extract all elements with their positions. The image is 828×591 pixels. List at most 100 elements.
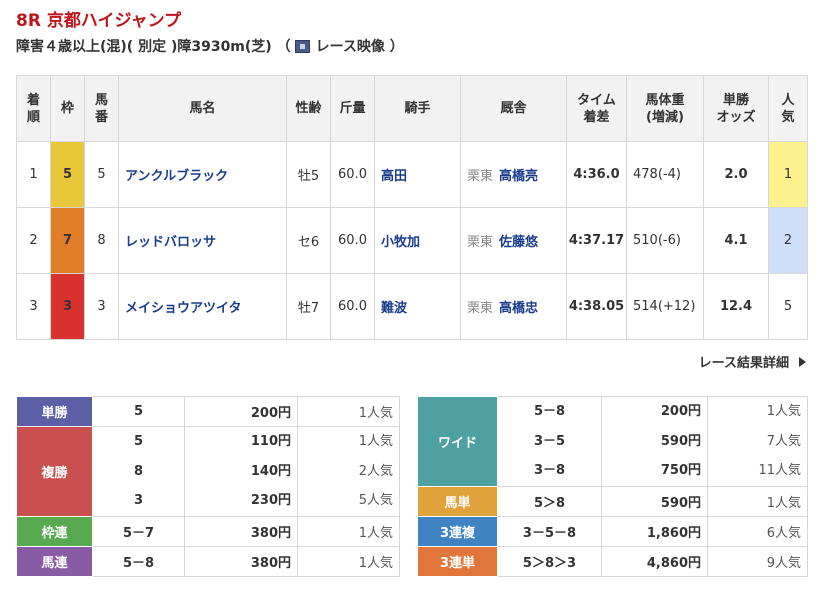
- bet-type-sanrentan: 3連単: [417, 545, 498, 577]
- payout-combo: 5＞8＞3: [497, 545, 602, 577]
- sex-age: 牡7: [286, 273, 331, 340]
- payout-combo: 5: [92, 396, 185, 427]
- payout-pop-item: 11人気: [758, 463, 801, 478]
- header-weight: 斤量: [330, 75, 375, 142]
- stable-cell: 栗東 高橋亮: [460, 141, 567, 208]
- payout-pop-item: 7人気: [766, 433, 801, 449]
- waku-badge: 7: [50, 207, 85, 274]
- win-odds: 12.4: [703, 273, 769, 340]
- payout-table-right: ワイド 5－8 3－5 3－8 200円 590円 750円 1人気 7人気 1…: [417, 396, 808, 577]
- payout-amount: 200円 590円 750円: [601, 396, 708, 487]
- horse-name-link[interactable]: レッドバロッサ: [118, 207, 287, 274]
- race-video-link[interactable]: レース映像 ）: [316, 36, 404, 56]
- payout-combo: 5－8 3－5 3－8: [497, 396, 602, 487]
- rank: 3: [16, 273, 51, 340]
- payout-popularity: 1人気 7人気 11人気: [707, 396, 808, 487]
- win-odds: 2.0: [703, 141, 769, 208]
- horse-name-link[interactable]: メイショウアツイタ: [118, 273, 287, 340]
- jockey-link[interactable]: 小牧加: [374, 207, 461, 274]
- header-pop: 人気: [768, 75, 808, 142]
- trainer-link[interactable]: 高橋忠: [499, 301, 538, 316]
- header-stable: 厩舎: [460, 75, 567, 142]
- waku-badge: 5: [50, 141, 85, 208]
- header-odds: 単勝 オッズ: [703, 75, 769, 142]
- payout-combo: 5－8: [92, 545, 185, 577]
- horse-name-link[interactable]: アンクルブラック: [118, 141, 287, 208]
- bet-type-umatan: 馬単: [417, 485, 498, 517]
- jockey-link[interactable]: 高田: [374, 141, 461, 208]
- stable-region: 栗東: [467, 235, 494, 250]
- payout-combo-item: 3－8: [533, 463, 566, 478]
- payout-amount: 110円 140円 230円: [184, 426, 298, 517]
- payout-popularity: 1人気: [297, 545, 400, 577]
- bet-type-sanrenpuku: 3連複: [417, 515, 498, 547]
- finish-time: 4:38.05: [566, 273, 627, 340]
- payout-amount: 200円: [184, 396, 298, 427]
- sex-age: 牡5: [286, 141, 331, 208]
- carried-weight: 60.0: [330, 273, 375, 340]
- video-icon[interactable]: [294, 39, 310, 53]
- horse-number: 5: [84, 141, 119, 208]
- payout-row-umaren: 馬連 5－8 380円 1人気: [16, 545, 400, 577]
- payout-table-left: 単勝 5 200円 1人気 複勝 5 8 3 110円 140円 230円 1人…: [16, 396, 400, 577]
- header-body-weight: 馬体重 (増減): [626, 75, 704, 142]
- stable-cell: 栗東 高橋忠: [460, 273, 567, 340]
- trainer-link[interactable]: 高橋亮: [499, 169, 538, 184]
- header-sex-age: 性齢: [286, 75, 331, 142]
- header-name: 馬名: [118, 75, 287, 142]
- payout-popularity: 1人気: [297, 515, 400, 547]
- payout-amount-item: 110円: [250, 434, 291, 449]
- bet-type-tansho: 単勝: [16, 396, 93, 427]
- body-weight: 514(+12): [626, 273, 704, 340]
- carried-weight: 60.0: [330, 141, 375, 208]
- race-result-table: 着順 枠 馬番 馬名 性齢 斤量 騎手 厩舎 タイム 着差 馬体重 (増減) 単勝オ…: [16, 75, 808, 340]
- horse-number: 8: [84, 207, 119, 274]
- payout-combo-item: 5－8: [533, 404, 566, 419]
- bet-type-umaren: 馬連: [16, 545, 93, 577]
- rank: 1: [16, 141, 51, 208]
- payout-pop-item: 5人気: [358, 493, 393, 508]
- stable-cell: 栗東 佐藤悠: [460, 207, 567, 274]
- result-header-row: 着順 枠 馬番 馬名 性齢 斤量 騎手 厩舎 タイム 着差 馬体重 (増減) 単勝オ…: [16, 75, 808, 142]
- payout-popularity: 1人気 2人気 5人気: [297, 426, 400, 517]
- payout-row-tansho: 単勝 5 200円 1人気: [16, 396, 400, 427]
- body-weight: 478(-4): [626, 141, 704, 208]
- payout-popularity: 6人気: [707, 515, 808, 547]
- payout-amount-item: 590円: [660, 433, 701, 449]
- payout-combo: 5＞8: [497, 485, 602, 517]
- table-row: 1 5 5 アンクルブラック 牡5 60.0 高田 栗東 高橋亮 4:36.0 4…: [16, 141, 808, 208]
- waku-badge: 3: [50, 273, 85, 340]
- payout-amount: 4,860円: [601, 545, 708, 577]
- payout-amount: 1,860円: [601, 515, 708, 547]
- finish-time: 4:37.17: [566, 207, 627, 274]
- payout-row-wakuren: 枠連 5－7 380円 1人気: [16, 515, 400, 547]
- arrow-right-icon: [799, 356, 806, 367]
- carried-weight: 60.0: [330, 207, 375, 274]
- payout-pop-item: 1人気: [358, 434, 393, 449]
- trainer-link[interactable]: 佐藤悠: [499, 235, 538, 250]
- payout-amount-item: 230円: [250, 493, 291, 508]
- race-info: 障害４歳以上(混)( 別定 )障3930m(芝) （ レース映像 ）: [16, 36, 404, 56]
- payout-row-wide: ワイド 5－8 3－5 3－8 200円 590円 750円 1人気 7人気 1…: [417, 396, 808, 487]
- bet-type-wakuren: 枠連: [16, 515, 93, 547]
- stable-region: 栗東: [467, 169, 494, 184]
- payout-combo: 5－7: [92, 515, 185, 547]
- header-num: 馬番: [84, 75, 119, 142]
- payout-row-sanrenpuku: 3連複 3－5－8 1,860円 6人気: [417, 515, 808, 547]
- popularity: 1: [768, 141, 808, 208]
- table-row: 3 3 3 メイショウアツイタ 牡7 60.0 難波 栗東 高橋忠 4:38.05…: [16, 273, 808, 340]
- payout-combo: 3－5－8: [497, 515, 602, 547]
- body-weight: 510(-6): [626, 207, 704, 274]
- race-result-detail-link[interactable]: レース結果詳細: [699, 352, 806, 371]
- header-time: タイム 着差: [566, 75, 627, 142]
- jockey-link[interactable]: 難波: [374, 273, 461, 340]
- popularity: 5: [768, 273, 808, 340]
- payout-row-fukusho: 複勝 5 8 3 110円 140円 230円 1人気 2人気 5人気: [16, 426, 400, 517]
- rank: 2: [16, 207, 51, 274]
- payout-combo-item: 8: [133, 463, 144, 479]
- payout-combo-item: 3－5: [533, 433, 566, 449]
- payout-popularity: 9人気: [707, 545, 808, 577]
- payout-pop-item: 1人気: [766, 404, 801, 419]
- payout-popularity: 1人気: [707, 485, 808, 517]
- header-waku: 枠: [50, 75, 85, 142]
